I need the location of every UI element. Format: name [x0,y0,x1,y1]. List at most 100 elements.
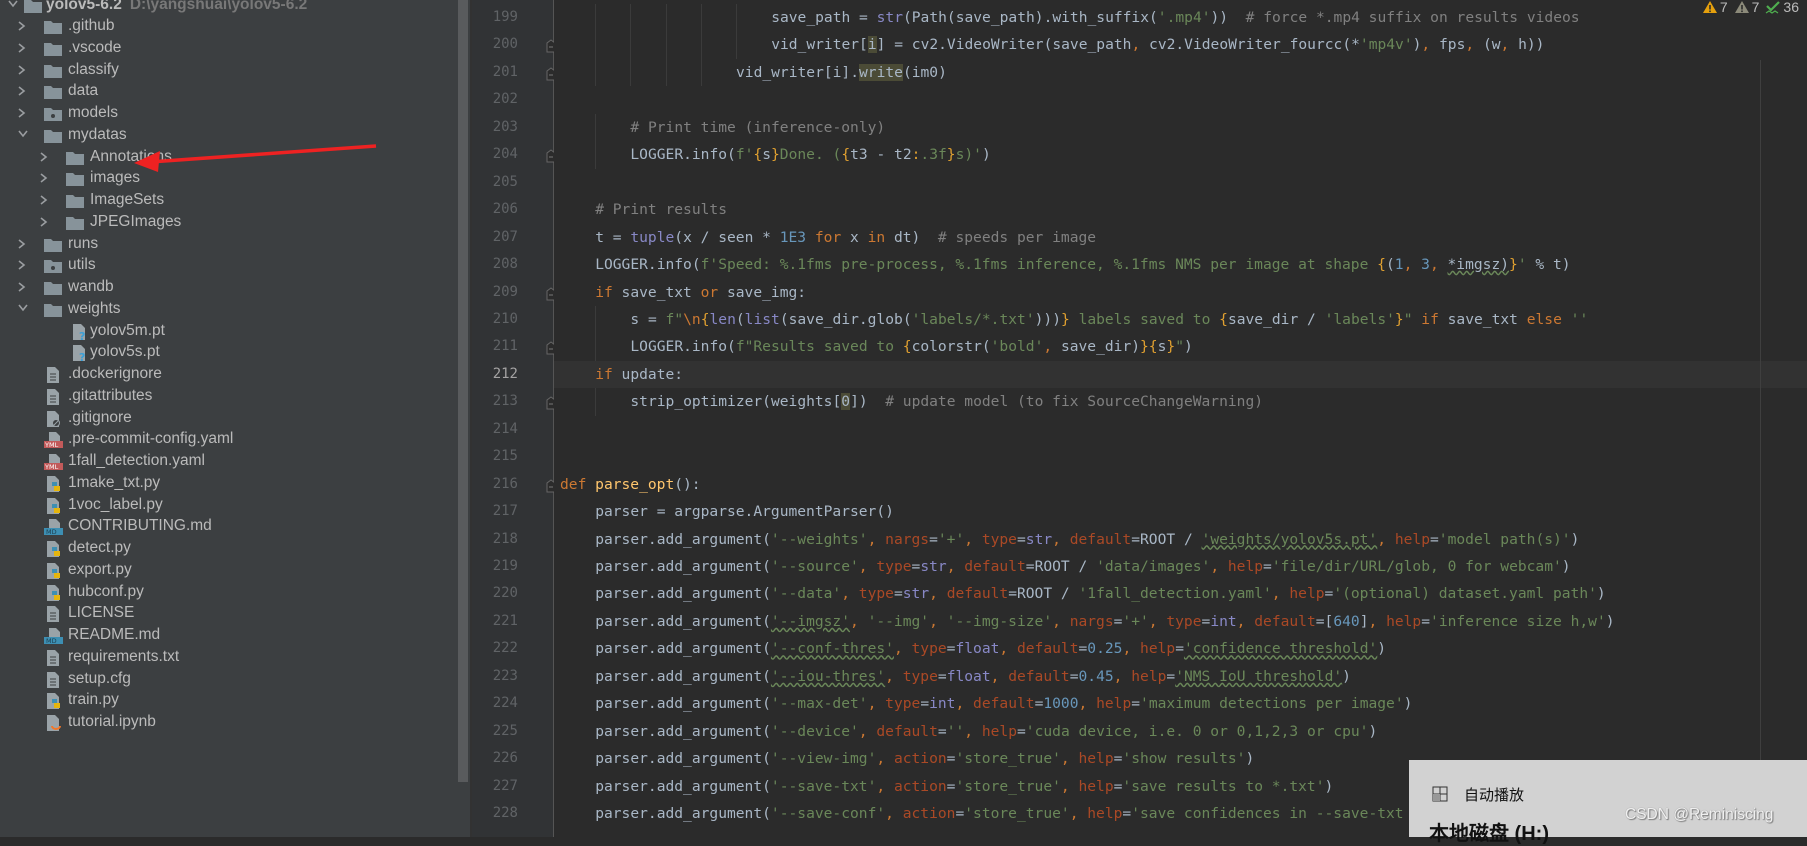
indent-guide [595,31,597,59]
code-token: colorstr( [911,338,991,356]
folder-icon [44,18,62,34]
code-token: =[ [1315,612,1334,630]
code-line[interactable]: s = f"\n{len(list(save_dir.glob('labels/… [554,305,1807,334]
code-token: 'store_true' [955,750,1061,768]
line-number[interactable]: 222 [478,635,518,662]
line-number[interactable]: 211 [478,333,518,360]
code-line[interactable] [554,169,1807,196]
code-line[interactable] [554,86,1807,113]
code-line[interactable]: parser.add_argument('--iou-thres', type=… [554,663,1807,690]
code-line[interactable]: if save_txt or save_img: [554,279,1807,306]
code-line[interactable]: def parse_opt(): [554,471,1807,498]
line-number[interactable]: 200 [478,31,518,58]
line-number[interactable]: 228 [478,800,518,827]
code-token: '--source' [770,558,859,575]
code-line[interactable]: LOGGER.info(f'Speed: %.1fms pre-process,… [554,251,1807,278]
line-number[interactable]: 220 [478,580,518,607]
inspection-widget[interactable]: 7 7 36 [1702,0,1799,15]
chevron-down-icon[interactable] [8,0,18,17]
code-line[interactable]: LOGGER.info(f"Results saved to {colorstr… [554,333,1807,361]
weak-warning-icon [1734,1,1749,13]
code-token: '.mp4' [1157,9,1211,26]
line-number[interactable]: 218 [478,526,518,553]
code-text: parser.add_argument('--weights', nargs='… [595,526,1579,553]
chevron-down-icon[interactable] [18,122,28,147]
code-token: (save_dir.glob( [779,310,912,328]
line-number[interactable]: 201 [478,59,518,86]
tree-scrollbar-thumb[interactable] [458,0,468,782]
code-line[interactable]: parser.add_argument('--weights', nargs='… [554,526,1807,553]
line-number[interactable]: 210 [478,306,518,333]
code-line[interactable] [554,416,1807,443]
code-token: (): [674,475,701,493]
line-number[interactable]: 219 [478,553,518,580]
markdown-file-icon: MD [44,518,63,536]
line-number[interactable]: 224 [478,690,518,717]
code-line[interactable]: parser.add_argument('--source', type=str… [554,553,1807,580]
code-line[interactable]: LOGGER.info(f'{s}Done. ({t3 - t2:.3f}s)'… [554,141,1807,169]
code-line[interactable]: # Print results [554,196,1807,223]
code-token: '--imgsz' [770,612,850,630]
line-number[interactable]: 212 [478,361,518,388]
code-line[interactable]: strip_optimizer(weights[0]) # update mod… [554,388,1807,416]
code-line[interactable]: parser.add_argument('--max-det', type=in… [554,690,1807,717]
line-number[interactable]: 204 [478,141,518,168]
yaml-file-icon: YML [44,453,63,471]
line-number[interactable]: 199 [478,4,518,31]
code-token: 'maximum detections per image' [1140,695,1404,713]
autoplay-notification[interactable]: 自动播放 本地磁盘 (H:) [1409,760,1807,845]
weak-warnings-count[interactable]: 7 [1734,0,1759,15]
code-editor[interactable]: save_path = str(Path(save_path).with_suf… [554,0,1807,837]
code-line[interactable]: parser.add_argument('--imgsz', '--img', … [554,608,1807,635]
warnings-count[interactable]: 7 [1702,0,1728,15]
line-number[interactable]: 214 [478,416,518,443]
line-number[interactable]: 205 [478,169,518,196]
code-token: ( [735,310,745,328]
code-line[interactable]: parser.add_argument('--device', default=… [554,718,1807,745]
code-line[interactable] [554,443,1807,470]
indent-guide [700,58,702,87]
markdown-file-icon: MD [44,627,63,645]
line-number[interactable]: 208 [478,251,518,278]
line-number[interactable]: 203 [478,114,518,141]
code-token: ) [1403,695,1413,713]
code-line[interactable]: parser.add_argument('--conf-thres', type… [554,635,1807,662]
line-number[interactable]: 217 [478,498,518,525]
code-token: (x / seen * [674,228,780,246]
code-token: help [1131,667,1167,685]
code-token: , [858,558,877,575]
typos-count[interactable]: 36 [1765,0,1799,15]
code-token: , [929,612,947,630]
line-number[interactable]: 223 [478,663,518,690]
indent-guide [630,58,632,87]
code-token: ] = cv2.VideoWriter(save_path [876,36,1132,54]
line-number[interactable]: 225 [478,718,518,745]
code-line[interactable]: parser = argparse.ArgumentParser() [554,498,1807,525]
code-line[interactable]: parser.add_argument('--data', type=str, … [554,580,1807,607]
code-line[interactable]: if update: [554,360,1807,388]
chevron-right-icon[interactable] [40,209,50,234]
line-number[interactable]: 206 [478,196,518,223]
line-number[interactable]: 216 [478,471,518,498]
tree-scrollbar[interactable] [458,0,470,837]
line-number[interactable]: 213 [478,388,518,415]
code-line[interactable]: # Print time (inference-only) [554,113,1807,142]
line-number[interactable]: 202 [478,86,518,113]
line-number[interactable]: 207 [478,224,518,251]
line-number[interactable]: 227 [478,773,518,800]
line-number[interactable]: 221 [478,608,518,635]
code-token: , [1043,338,1061,356]
code-token: ) [1605,612,1615,630]
line-number[interactable]: 209 [478,279,518,306]
code-text: # Print results [595,196,727,223]
chevron-down-icon[interactable] [18,296,28,321]
code-token: save_dir) [1060,338,1141,356]
code-line[interactable]: vid_writer[i] = cv2.VideoWriter(save_pat… [554,31,1807,59]
code-line[interactable]: t = tuple(x / seen * 1E3 for x in dt) # … [554,224,1807,251]
code-line[interactable]: vid_writer[i].write(im0) [554,58,1807,87]
code-token: type [885,695,921,713]
line-number[interactable]: 215 [478,443,518,470]
line-number[interactable]: 226 [478,745,518,772]
code-line[interactable]: save_path = str(Path(save_path).with_suf… [554,4,1807,32]
svg-text:YML: YML [44,441,59,448]
